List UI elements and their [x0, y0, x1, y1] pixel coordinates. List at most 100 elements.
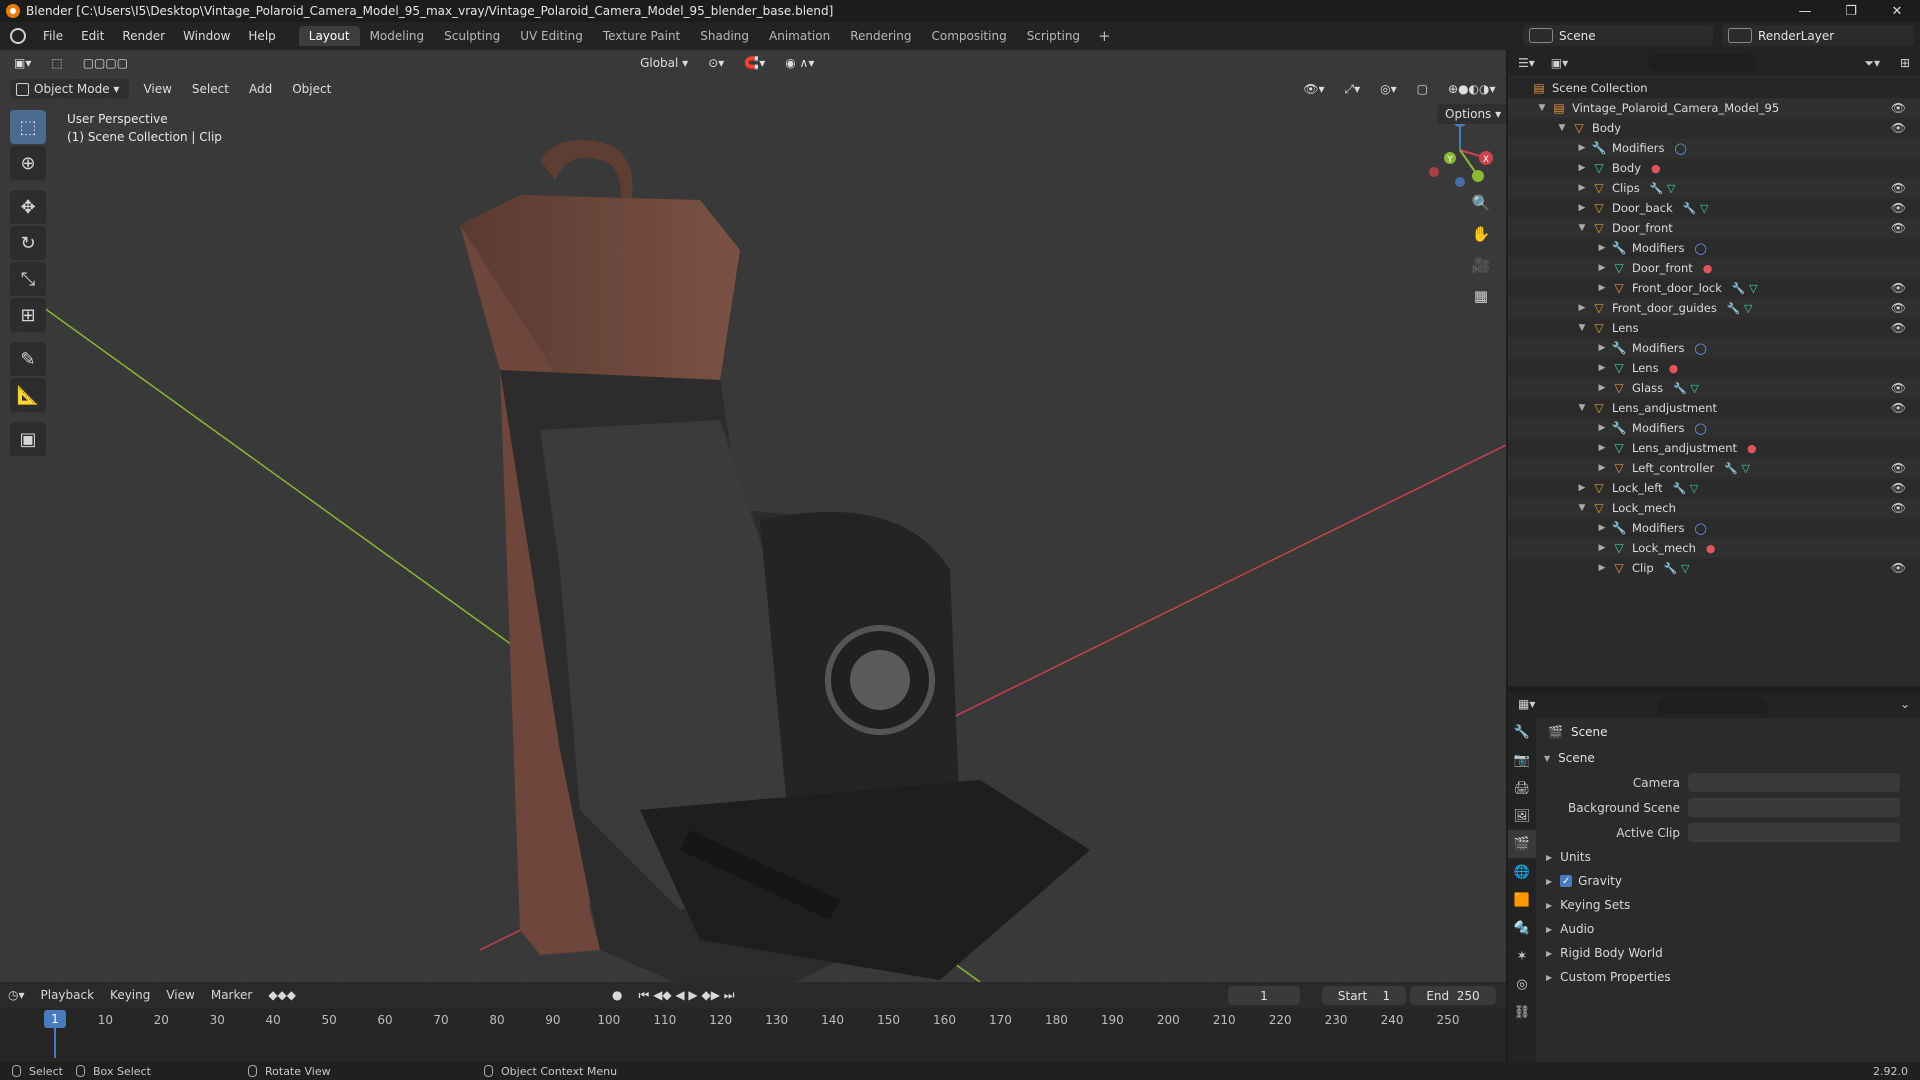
properties-editor-icon[interactable]: ▦▾ [1518, 697, 1535, 711]
select-box-tool[interactable]: ⬚ [10, 110, 46, 144]
object-mode-dropdown[interactable]: Object Mode ▾ [10, 79, 130, 99]
visibility-eye-icon[interactable]: 👁 [1891, 561, 1906, 575]
tool-tab-icon[interactable]: 🔧 [1508, 718, 1536, 746]
keyframe-icons[interactable]: ◆◆◆ [260, 988, 304, 1002]
expand-right-icon[interactable]: ▶ [1596, 523, 1608, 533]
scene-selector[interactable]: Scene [1523, 25, 1713, 46]
display-mode-icon[interactable]: ▣▾ [1551, 56, 1568, 70]
outliner-row[interactable]: ▤ Scene Collection [1508, 78, 1920, 98]
active-clip-field[interactable] [1688, 823, 1900, 842]
expand-right-icon[interactable]: ▶ [1576, 183, 1588, 193]
outliner-row[interactable]: ▼ ▽ Lens 👁 [1508, 318, 1920, 338]
view-layer-selector[interactable]: RenderLayer [1722, 25, 1914, 46]
menu-object[interactable]: Object [286, 79, 337, 99]
camera-field[interactable] [1688, 773, 1900, 792]
subpanel-keying-sets[interactable]: ▶ Keying Sets [1538, 893, 1920, 917]
expand-down-icon[interactable]: ▼ [1556, 123, 1568, 133]
outliner-row[interactable]: ▼ ▤ Vintage_Polaroid_Camera_Model_95 👁 [1508, 98, 1920, 118]
3d-viewport[interactable]: ▣▾ ⬚ ▢▢▢▢ Global ▾ ⊙▾ 🧲▾ ◉ ∧▾ Options ▾ … [0, 50, 1506, 982]
outliner-row[interactable]: ▶ ▽ Lens_andjustment ● [1508, 438, 1920, 458]
expand-right-icon[interactable]: ▶ [1576, 483, 1588, 493]
camera-view-icon[interactable]: 🎥 [1468, 252, 1494, 278]
rotate-tool[interactable]: ↻ [10, 226, 46, 260]
expand-down-icon[interactable]: ▼ [1576, 323, 1588, 333]
ortho-grid-icon[interactable]: ▦ [1468, 283, 1494, 309]
outliner-row[interactable]: ▶ ▽ Lock_left 🔧 ▽ 👁 [1508, 478, 1920, 498]
visibility-toggle[interactable]: 👁▾ [1297, 79, 1330, 99]
tab-compositing[interactable]: Compositing [921, 26, 1016, 46]
visibility-eye-icon[interactable]: 👁 [1891, 101, 1906, 115]
expand-right-icon[interactable]: ▶ [1596, 263, 1608, 273]
annotate-tool[interactable]: ✎ [10, 342, 46, 376]
constraints-tab-icon[interactable]: ⛓ [1508, 998, 1536, 1026]
viewport-canvas[interactable] [0, 50, 1506, 982]
physics-tab-icon[interactable]: ◎ [1508, 970, 1536, 998]
particles-tab-icon[interactable]: ✶ [1508, 942, 1536, 970]
expand-right-icon[interactable]: ▶ [1576, 163, 1588, 173]
tab-animation[interactable]: Animation [759, 26, 840, 46]
snap-toggle[interactable]: 🧲▾ [738, 53, 771, 73]
expand-right-icon[interactable]: ▶ [1596, 363, 1608, 373]
start-frame-field[interactable]: Start 1 [1322, 986, 1406, 1005]
scene-panel-header[interactable]: ▼ Scene [1538, 746, 1920, 770]
expand-right-icon[interactable]: ▶ [1596, 383, 1608, 393]
add-workspace-icon[interactable]: + [1090, 27, 1119, 45]
measure-tool[interactable]: 📐 [10, 378, 46, 412]
outliner-row[interactable]: ▶ ▽ Clips 🔧 ▽ 👁 [1508, 178, 1920, 198]
outliner-row[interactable]: ▶ 🔧 Modifiers ◯ [1508, 418, 1920, 438]
timeline[interactable]: ◷▾ Playback Keying View Marker ◆◆◆ ● ⏮ ◀… [0, 982, 1506, 1062]
subpanel-rigid-body-world[interactable]: ▶ Rigid Body World [1538, 941, 1920, 965]
outliner-row[interactable]: ▶ ▽ Lens ● [1508, 358, 1920, 378]
visibility-eye-icon[interactable]: 👁 [1891, 481, 1906, 495]
close-icon[interactable]: ✕ [1874, 0, 1920, 22]
gravity-checkbox[interactable]: ✓ [1560, 875, 1573, 887]
zoom-icon[interactable]: 🔍 [1468, 190, 1494, 216]
editor-type-button[interactable]: ▣▾ [8, 53, 37, 73]
outliner-row[interactable]: ▶ 🔧 Modifiers ◯ [1508, 338, 1920, 358]
menu-timeline-view[interactable]: View [158, 988, 202, 1002]
overlays-toggle[interactable]: ◎▾ [1374, 79, 1403, 99]
outliner-row[interactable]: ▼ ▽ Door_front 👁 [1508, 218, 1920, 238]
outliner-row[interactable]: ▶ ▽ Left_controller 🔧 ▽ 👁 [1508, 458, 1920, 478]
menu-select[interactable]: Select [186, 79, 235, 99]
end-frame-field[interactable]: End 250 [1410, 986, 1496, 1005]
outliner-search-input[interactable] [1648, 54, 1756, 72]
scale-tool[interactable]: ⤡ [10, 262, 46, 296]
visibility-eye-icon[interactable]: 👁 [1891, 501, 1906, 515]
expand-down-icon[interactable]: ▼ [1576, 403, 1588, 413]
outliner-row[interactable]: ▶ ▽ Glass 🔧 ▽ 👁 [1508, 378, 1920, 398]
outliner-row[interactable]: ▶ 🔧 Modifiers ◯ [1508, 138, 1920, 158]
expand-right-icon[interactable]: ▶ [1596, 343, 1608, 353]
shading-modes[interactable]: ⊕●◐◑▾ [1442, 79, 1502, 99]
tab-uv-editing[interactable]: UV Editing [510, 26, 593, 46]
tab-rendering[interactable]: Rendering [840, 26, 921, 46]
tab-sculpting[interactable]: Sculpting [434, 26, 510, 46]
xray-toggle[interactable]: ▢ [1411, 79, 1434, 99]
tab-texture-paint[interactable]: Texture Paint [593, 26, 690, 46]
background-scene-field[interactable] [1688, 798, 1900, 817]
selection-mode-buttons[interactable]: ▢▢▢▢ [77, 53, 134, 73]
cursor-tool[interactable]: ⊕ [10, 146, 46, 180]
orientation-dropdown[interactable]: Global ▾ [634, 53, 694, 73]
proportional-edit-toggle[interactable]: ◉ ∧▾ [779, 53, 820, 73]
expand-down-icon[interactable]: ▼ [1576, 223, 1588, 233]
tab-shading[interactable]: Shading [690, 26, 759, 46]
expand-right-icon[interactable]: ▶ [1576, 303, 1588, 313]
outliner-row[interactable]: ▶ 🔧 Modifiers ◯ [1508, 518, 1920, 538]
modifier-tab-icon[interactable]: 🔩 [1508, 914, 1536, 942]
pan-hand-icon[interactable]: ✋ [1468, 221, 1494, 247]
outliner-row[interactable]: ▶ ▽ Lock_mech ● [1508, 538, 1920, 558]
visibility-eye-icon[interactable]: 👁 [1891, 321, 1906, 335]
timeline-editor-icon[interactable]: ◷▾ [0, 988, 33, 1002]
visibility-eye-icon[interactable]: 👁 [1891, 461, 1906, 475]
outliner-row[interactable]: ▶ ▽ Body ● [1508, 158, 1920, 178]
frame-ruler[interactable]: 1102030405060708090100110120130140150160… [0, 1010, 1506, 1032]
pivot-dropdown[interactable]: ⊙▾ [702, 53, 730, 73]
view-layer-tab-icon[interactable]: 🖼 [1508, 802, 1536, 830]
menu-marker[interactable]: Marker [203, 988, 260, 1002]
playhead-marker[interactable]: 1 [44, 1010, 66, 1028]
expand-down-icon[interactable]: ▼ [1536, 103, 1548, 113]
menu-keying[interactable]: Keying [102, 988, 158, 1002]
new-collection-icon[interactable]: ⊞ [1900, 56, 1910, 70]
visibility-eye-icon[interactable]: 👁 [1891, 121, 1906, 135]
